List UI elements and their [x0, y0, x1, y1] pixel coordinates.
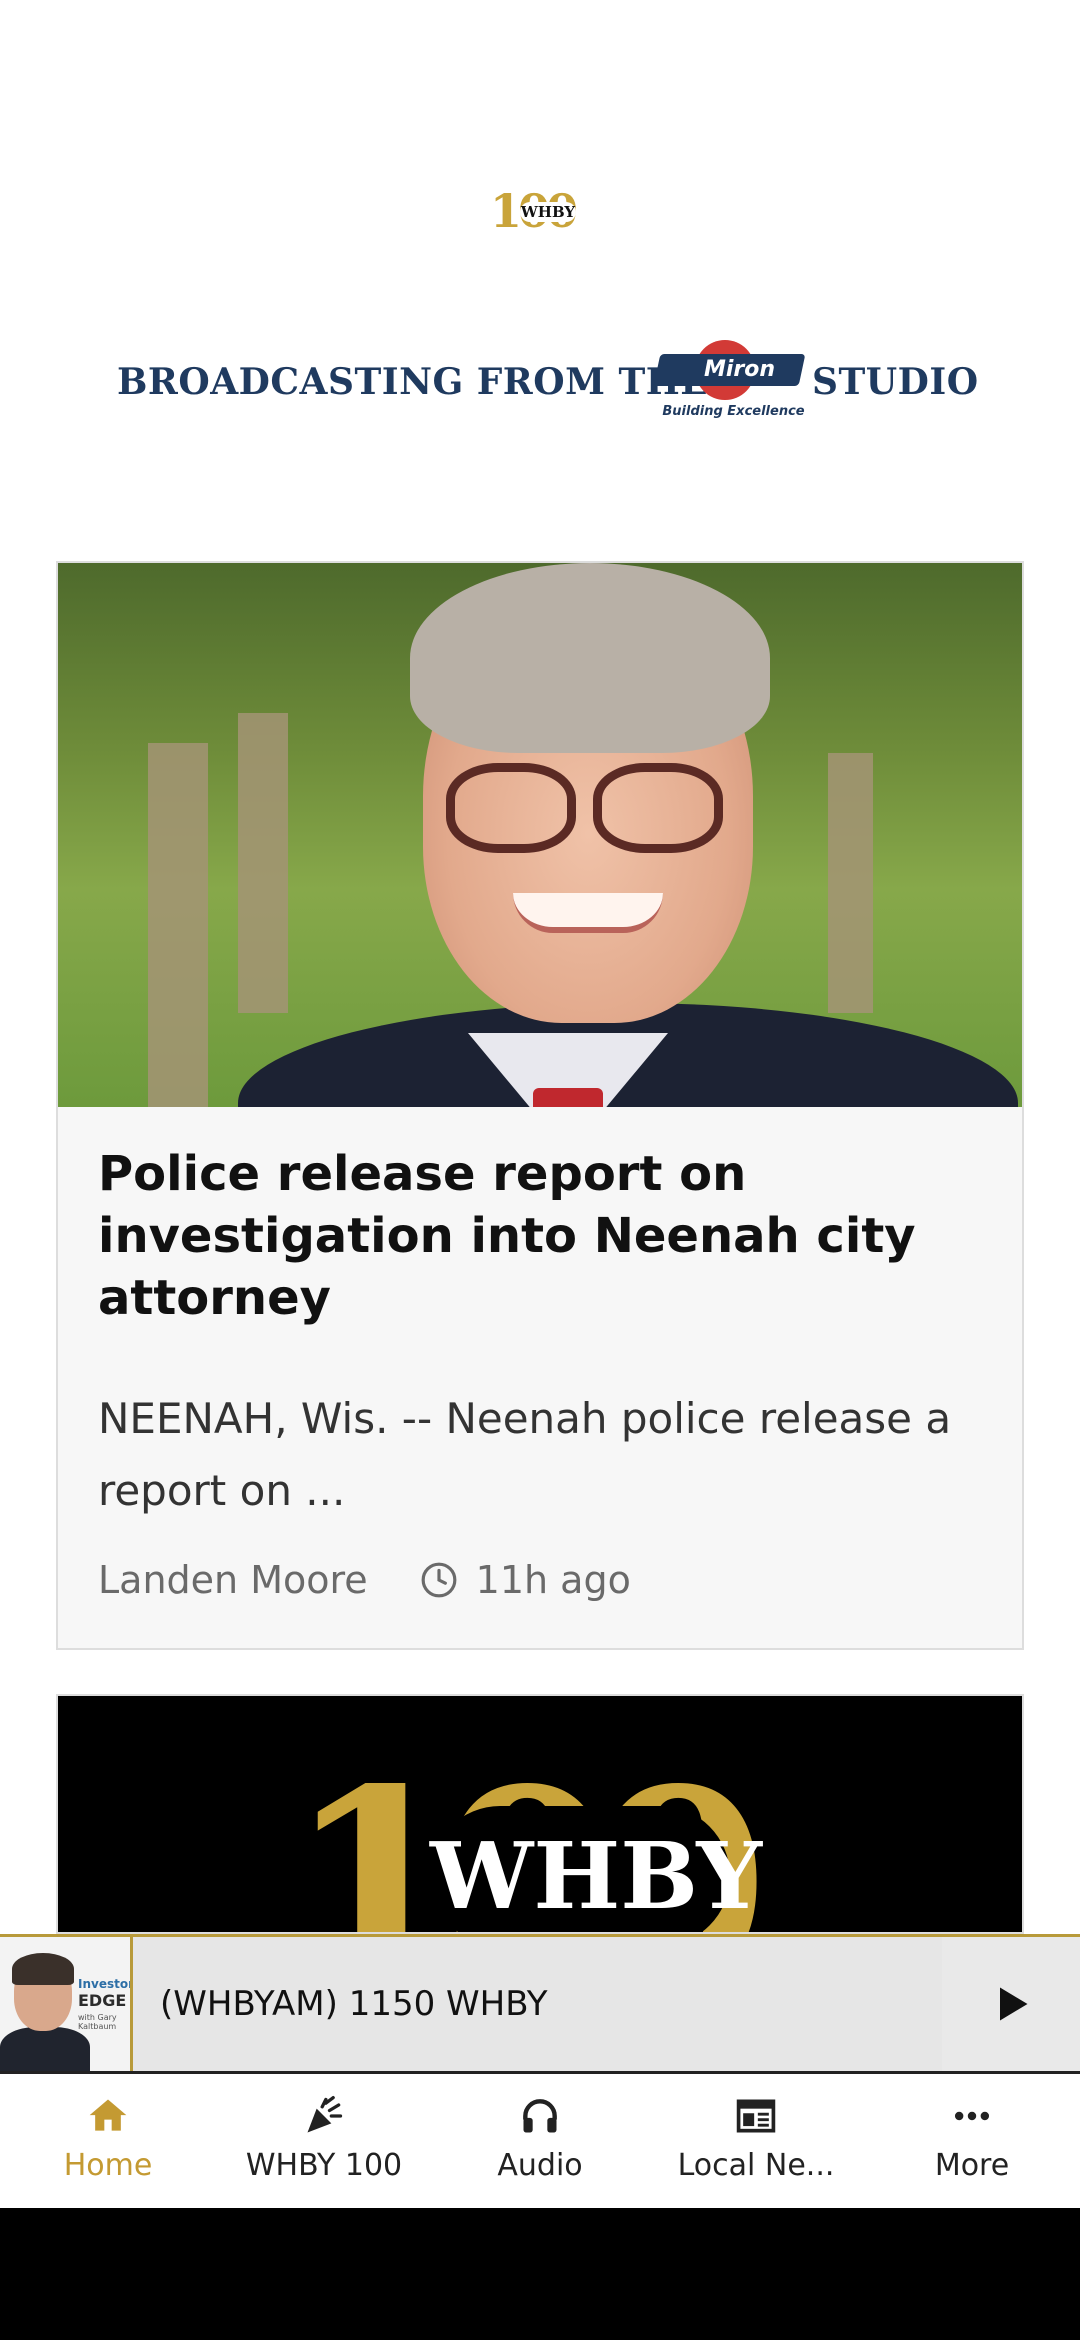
- bottom-navigation: Home WHBY 100 Audio Local Ne... More: [0, 2074, 1080, 2208]
- nav-label: Local Ne...: [677, 2148, 835, 2183]
- nav-local-news[interactable]: Local Ne...: [648, 2074, 864, 2208]
- nav-label: Audio: [497, 2148, 583, 2183]
- miron-logo: Miron Building Excellence: [653, 334, 807, 434]
- celebration-icon: [307, 2096, 343, 2133]
- nav-home[interactable]: Home: [0, 2074, 216, 2208]
- article-author: Landen Moore: [98, 1558, 368, 1602]
- nav-label: WHBY 100: [245, 2148, 403, 2183]
- play-button[interactable]: [942, 1937, 1080, 2071]
- nav-whby-100[interactable]: WHBY 100: [216, 2074, 432, 2208]
- station-name[interactable]: (WHBYAM) 1150 WHBY: [160, 1937, 547, 2071]
- miron-tagline: Building Excellence: [662, 404, 805, 419]
- article-meta: Landen Moore 11h ago: [98, 1555, 631, 1605]
- glasses-right: [593, 763, 723, 853]
- thumb-body: [0, 2027, 90, 2071]
- more-dots-icon: [954, 2111, 990, 2121]
- home-icon: [89, 2099, 127, 2131]
- newspaper-icon: [736, 2099, 776, 2133]
- sponsor-right-text: STUDIO: [812, 361, 979, 403]
- tree-trunk: [828, 753, 873, 1013]
- article-image: [58, 563, 1022, 1107]
- article-time: 11h ago: [475, 1558, 631, 1602]
- sponsor-banner[interactable]: BROADCASTING FROM THE Miron Building Exc…: [117, 334, 978, 434]
- hair-shape: [410, 563, 770, 753]
- glasses-left: [446, 763, 576, 853]
- nav-more[interactable]: More: [864, 2074, 1080, 2208]
- tree-trunk: [148, 743, 208, 1107]
- whby-100-logo[interactable]: 100 WHBY: [490, 186, 590, 236]
- tree-trunk: [238, 713, 288, 1013]
- article-card-2[interactable]: 100 WHBY: [56, 1694, 1024, 1934]
- thumb-brand-line2: EDGE: [78, 1991, 127, 2010]
- thumb-hair: [12, 1953, 74, 1985]
- clock-icon: [421, 1562, 457, 1598]
- system-navigation-bar: [0, 2208, 1080, 2340]
- nav-label: Home: [63, 2148, 153, 2183]
- smile-shape: [513, 893, 663, 933]
- thumb-brand-line1: Investor's: [78, 1977, 130, 1991]
- card-logo-text: WHBY: [430, 1806, 762, 1932]
- nav-audio[interactable]: Audio: [432, 2074, 648, 2208]
- article-card[interactable]: Police release report on investigation i…: [56, 561, 1024, 1650]
- thumb-brand-line3: with Gary Kaltbaum: [78, 2013, 117, 2031]
- mini-player[interactable]: Investor's EDGE with Gary Kaltbaum (WHBY…: [0, 1934, 1080, 2074]
- now-playing-thumbnail: Investor's EDGE with Gary Kaltbaum: [0, 1937, 133, 2071]
- headphones-icon: [523, 2099, 557, 2133]
- play-icon: [1000, 1987, 1028, 2021]
- miron-brand-name: Miron: [703, 357, 776, 382]
- logo-text: WHBY: [520, 202, 576, 222]
- sponsor-left-text: BROADCASTING FROM THE: [117, 361, 709, 403]
- tie-shape: [533, 1088, 603, 1107]
- article-headline[interactable]: Police release report on investigation i…: [98, 1143, 978, 1329]
- article-excerpt: NEENAH, Wis. -- Neenah police release a …: [98, 1394, 952, 1515]
- app-screen: 100 WHBY BROADCASTING FROM THE Miron Bui…: [0, 0, 1080, 2340]
- nav-label: More: [934, 2148, 1010, 2183]
